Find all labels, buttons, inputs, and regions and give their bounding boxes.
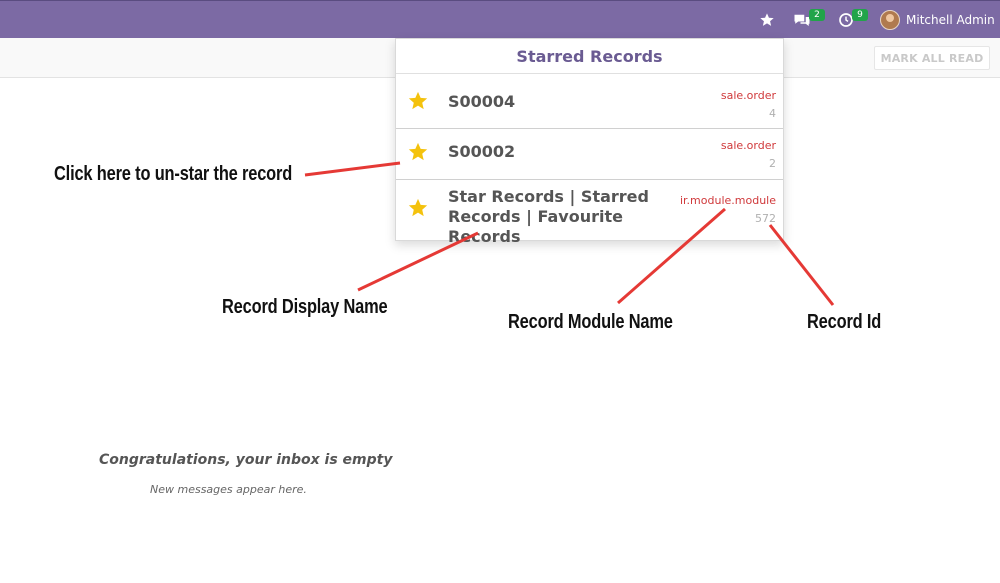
record-model-name: sale.order bbox=[720, 89, 776, 102]
star-icon[interactable] bbox=[407, 90, 429, 112]
record-display-name: Star Records | Starred Records | Favourit… bbox=[448, 187, 678, 247]
record-id: 572 bbox=[755, 212, 776, 225]
mark-all-read-button[interactable]: MARK ALL READ bbox=[874, 46, 990, 70]
record-display-name-line2: Records | Favourite Records bbox=[448, 207, 623, 246]
record-display-name: S00002 bbox=[448, 142, 516, 161]
activity-badge: 9 bbox=[852, 9, 868, 21]
user-menu[interactable]: Mitchell Admin bbox=[880, 1, 995, 39]
star-icon[interactable] bbox=[407, 141, 429, 163]
star-icon[interactable] bbox=[756, 1, 778, 39]
starred-records-dropdown: Starred Records S00004 sale.order 4 S000… bbox=[395, 38, 784, 246]
star-icon[interactable] bbox=[407, 197, 429, 219]
starred-record-item[interactable]: Star Records | Starred Records | Favourit… bbox=[396, 180, 783, 246]
arrow-unstar bbox=[304, 161, 401, 177]
empty-inbox-title: Congratulations, your inbox is empty bbox=[99, 452, 393, 468]
record-model-name: sale.order bbox=[720, 139, 776, 152]
starred-record-item[interactable]: S00004 sale.order 4 bbox=[396, 74, 783, 129]
annotation-unstar: Click here to un-star the record bbox=[54, 163, 293, 185]
record-id: 4 bbox=[769, 107, 776, 120]
record-display-name-line1: Star Records | Starred bbox=[448, 187, 649, 206]
annotation-module-name: Record Module Name bbox=[508, 311, 673, 333]
dropdown-title: Starred Records bbox=[396, 39, 783, 74]
user-name: Mitchell Admin bbox=[906, 13, 995, 27]
empty-inbox-subtitle: New messages appear here. bbox=[150, 483, 307, 496]
avatar bbox=[880, 10, 900, 30]
record-model-name: ir.module.module bbox=[679, 194, 776, 207]
annotation-display-name: Record Display Name bbox=[222, 296, 388, 318]
top-navbar: 2 9 Mitchell Admin bbox=[0, 0, 1000, 38]
starred-record-item[interactable]: S00002 sale.order 2 bbox=[396, 129, 783, 180]
record-id: 2 bbox=[769, 157, 776, 170]
annotation-record-id: Record Id bbox=[807, 311, 882, 333]
chat-badge: 2 bbox=[809, 9, 825, 21]
record-display-name: S00004 bbox=[448, 92, 516, 111]
